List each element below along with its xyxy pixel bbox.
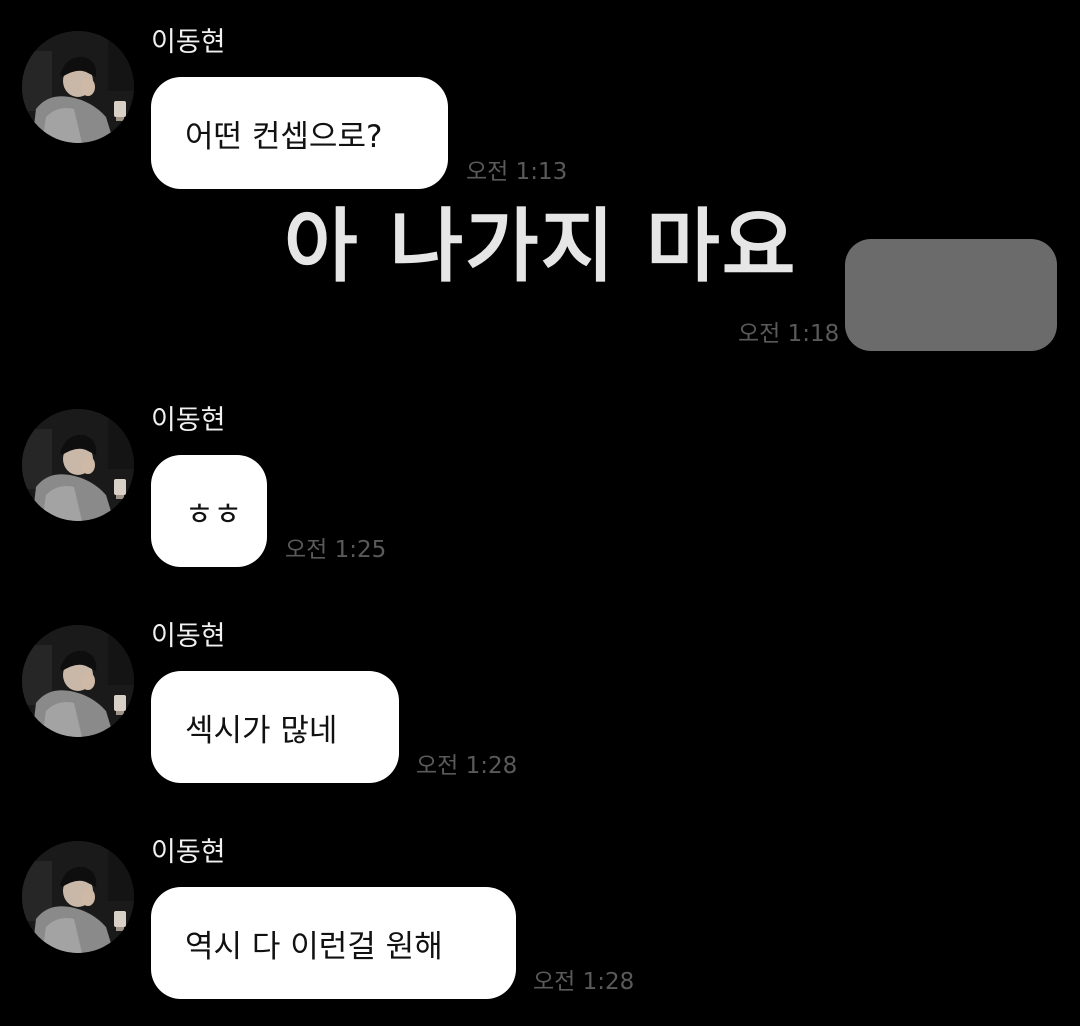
- avatar-photo: [22, 31, 134, 143]
- sender-name: 이동현: [151, 405, 226, 436]
- message-time: 오전 1:18: [738, 321, 840, 347]
- avatar[interactable]: [22, 409, 134, 521]
- message-time: 오전 1:25: [285, 537, 387, 563]
- message-text: 역시 다 이런걸 원해: [185, 928, 443, 965]
- message-bubble[interactable]: ㅎㅎ: [151, 455, 267, 567]
- avatar[interactable]: [22, 625, 134, 737]
- message-bubble[interactable]: 역시 다 이런걸 원해: [151, 887, 516, 999]
- message-time: 오전 1:13: [466, 159, 568, 185]
- message-bubble[interactable]: 어떤 컨셉으로?: [151, 77, 448, 189]
- sender-name: 이동현: [151, 837, 226, 868]
- message-bubble[interactable]: 섹시가 많네: [151, 671, 399, 783]
- avatar-photo: [22, 841, 134, 953]
- sender-name: 이동현: [151, 27, 226, 58]
- message-time: 오전 1:28: [416, 753, 518, 779]
- message-text: 섹시가 많네: [185, 712, 338, 749]
- message-text: 어떤 컨셉으로?: [185, 118, 383, 155]
- avatar[interactable]: [22, 31, 134, 143]
- message-text: ㅎㅎ: [185, 496, 243, 533]
- avatar[interactable]: [22, 841, 134, 953]
- avatar-photo: [22, 409, 134, 521]
- redacted-outgoing-bubble: [845, 239, 1057, 351]
- overlay-caption: 아 나가지 마요: [284, 200, 798, 293]
- sender-name: 이동현: [151, 621, 226, 652]
- message-time: 오전 1:28: [533, 969, 635, 995]
- avatar-photo: [22, 625, 134, 737]
